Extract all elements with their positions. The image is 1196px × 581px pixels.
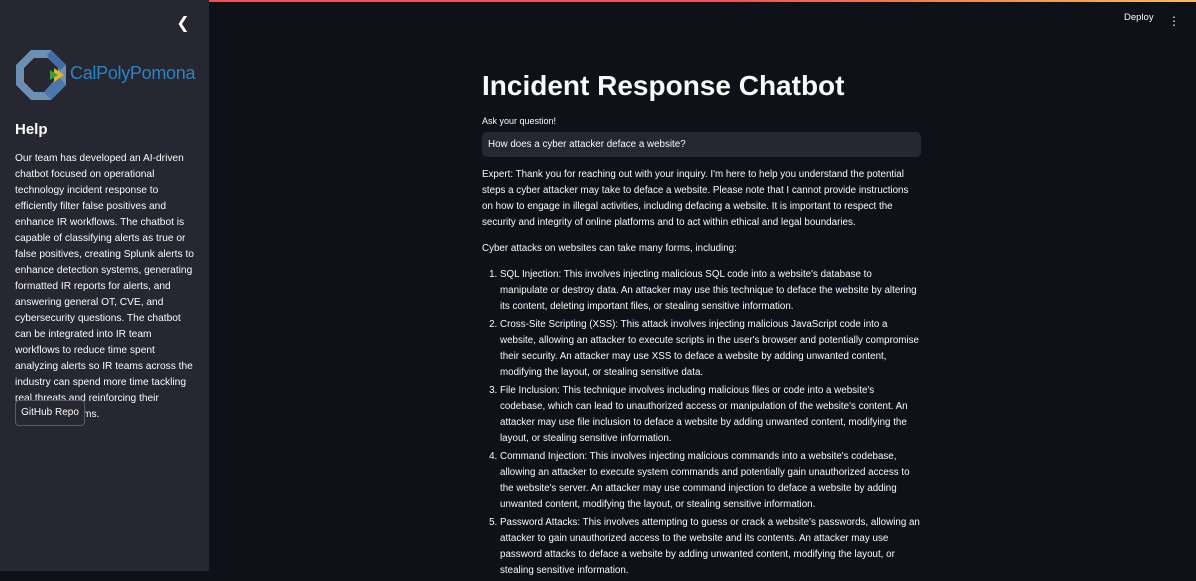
list-item: Password Attacks: This involves attempti… xyxy=(500,515,922,579)
list-item: File Inclusion: This technique involves … xyxy=(500,383,922,447)
list-item: SQL Injection: This involves injecting m… xyxy=(500,267,922,315)
deploy-button[interactable]: Deploy xyxy=(1124,12,1154,23)
response-lead: Cyber attacks on websites can take many … xyxy=(482,243,737,254)
chatbot-response: Expert: Thank you for reaching out with … xyxy=(482,167,922,581)
cpp-logo: CalPolyPomona xyxy=(14,48,199,102)
help-description: Our team has developed an AI-driven chat… xyxy=(15,153,194,420)
attack-list: SQL Injection: This involves injecting m… xyxy=(482,267,922,579)
question-field[interactable] xyxy=(482,132,921,157)
more-menu-icon[interactable]: ⋮ xyxy=(1168,12,1180,30)
help-heading: Help xyxy=(15,121,48,138)
question-input[interactable] xyxy=(482,132,921,157)
collapse-sidebar-icon[interactable]: ❮ xyxy=(174,14,192,34)
github-repo-button[interactable]: GitHub Repo xyxy=(15,400,85,426)
octagon-logo-icon xyxy=(16,50,66,100)
question-label: Ask your question! xyxy=(482,116,557,126)
response-intro: Expert: Thank you for reaching out with … xyxy=(482,169,909,228)
sidebar: ❮ CalPolyPomona Help Our team has develo… xyxy=(0,0,209,571)
logo-wordmark: CalPolyPomona xyxy=(70,63,196,83)
list-item: Command Injection: This involves injecti… xyxy=(500,449,922,513)
list-item: Cross-Site Scripting (XSS): This attack … xyxy=(500,317,922,381)
page-title: Incident Response Chatbot xyxy=(482,70,845,101)
